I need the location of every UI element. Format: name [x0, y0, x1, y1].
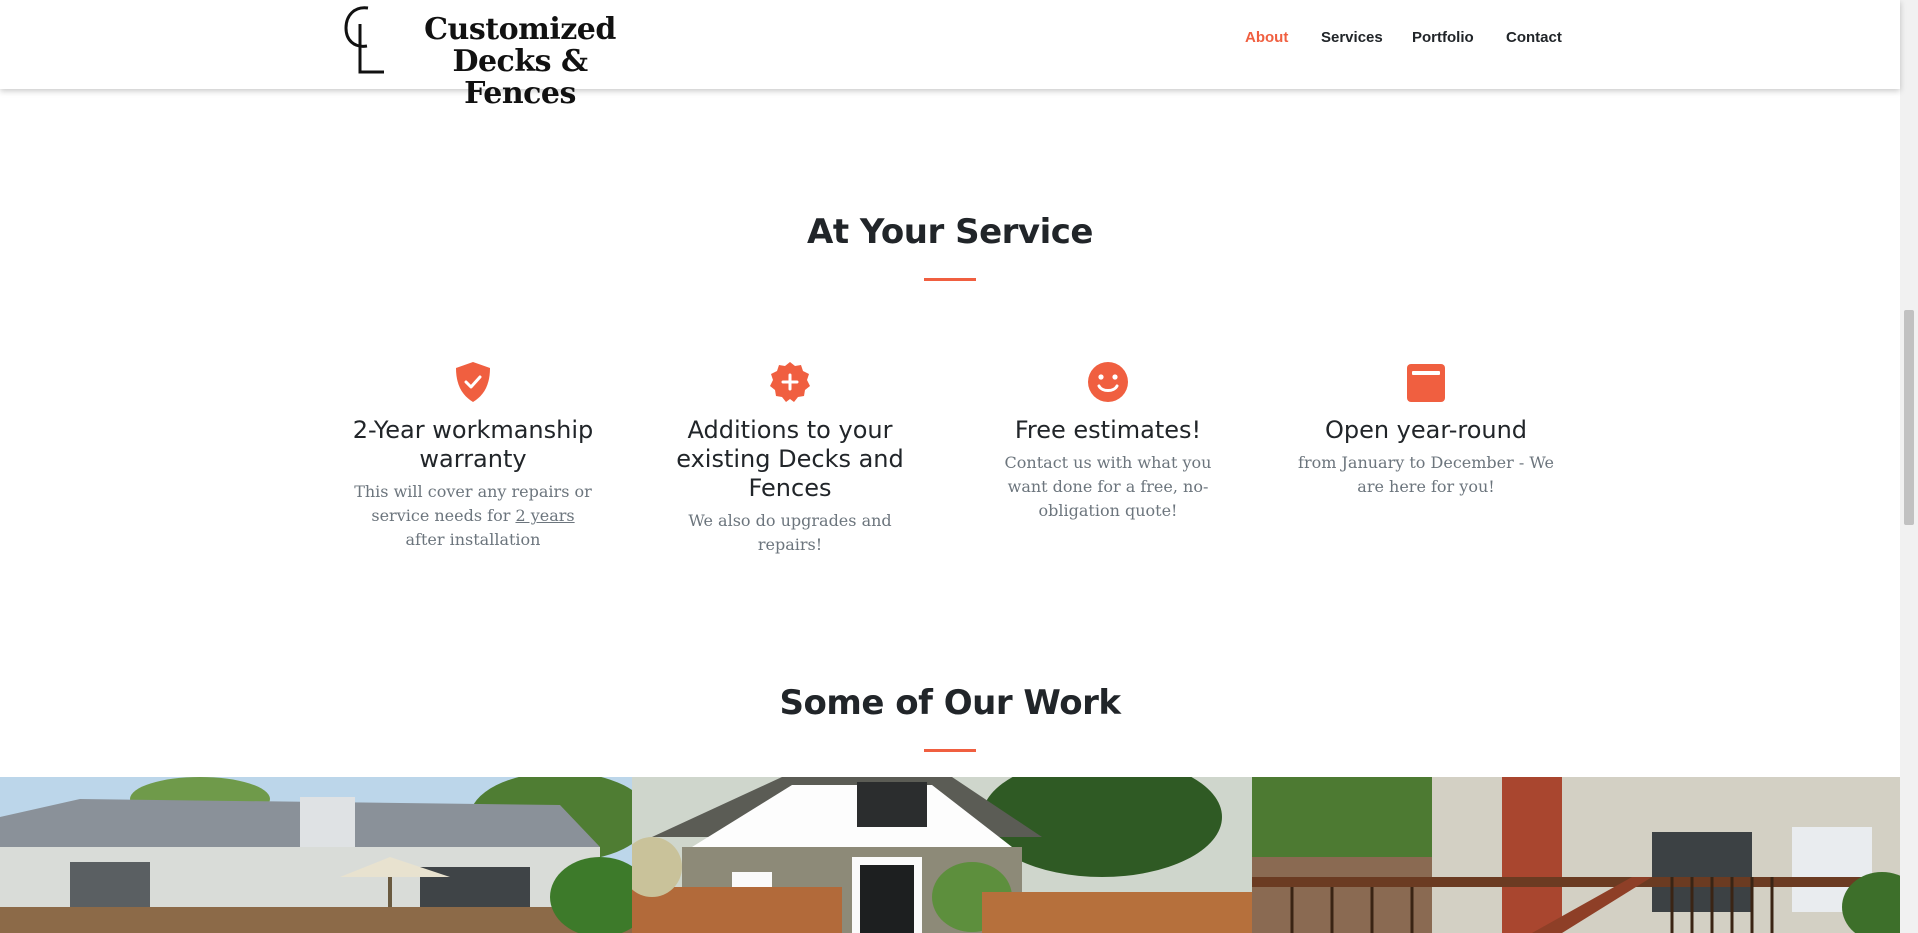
- services-divider: [924, 278, 976, 281]
- brand-name-line1: Customized: [424, 12, 616, 47]
- portfolio-title: Some of Our Work: [779, 683, 1121, 723]
- feature-text: Contact us with what you want done for a…: [1004, 453, 1212, 520]
- feature-warranty: 2-Year workmanship warranty This will co…: [343, 360, 603, 552]
- feature-title: Additions to your existing Decks and Fen…: [676, 416, 904, 502]
- feature-year-round: Open year-round from January to December…: [1296, 360, 1556, 499]
- portfolio-photo-3[interactable]: [1252, 777, 1900, 933]
- nav-link-services[interactable]: Services: [1321, 29, 1383, 46]
- brand-logo[interactable]: Customized Decks & Fences: [340, 2, 640, 110]
- portfolio-photo-2[interactable]: [632, 777, 1252, 933]
- deck-photo-1: [0, 777, 632, 933]
- feature-title: Free estimates!: [1014, 416, 1202, 444]
- portfolio-divider: [924, 749, 976, 752]
- services-title: At Your Service: [807, 212, 1093, 252]
- page-scrollbar[interactable]: [1900, 0, 1918, 933]
- badge-plus-icon: [770, 362, 810, 402]
- navbar: Customized Decks & Fences About Services…: [0, 0, 1900, 110]
- feature-text: This will cover any repairs or service n…: [351, 480, 596, 552]
- feature-title: Open year-round: [1324, 416, 1528, 444]
- cl-monogram-icon: [344, 6, 384, 74]
- shield-check-icon: [456, 362, 490, 402]
- nav-link-contact[interactable]: Contact: [1506, 29, 1562, 46]
- feature-text-underlined: 2 years: [515, 506, 575, 525]
- calendar-icon: [1407, 364, 1445, 402]
- deck-photo-2: [632, 777, 1252, 933]
- portfolio-gallery: [0, 777, 1900, 933]
- portfolio-photo-1[interactable]: [0, 777, 632, 933]
- feature-estimates: Free estimates! Contact us with what you…: [978, 360, 1238, 523]
- smile-icon: [1088, 362, 1128, 402]
- feature-text-part: after installation: [405, 530, 541, 549]
- feature-text: We also do upgrades and repairs!: [688, 511, 892, 554]
- brand-name: Customized Decks & Fences: [395, 14, 645, 110]
- feature-additions: Additions to your existing Decks and Fen…: [660, 360, 920, 557]
- scrollbar-thumb[interactable]: [1904, 310, 1914, 525]
- nav-link-about[interactable]: About: [1245, 29, 1288, 46]
- brand-name-line2: Decks & Fences: [452, 44, 588, 111]
- nav-link-portfolio[interactable]: Portfolio: [1412, 29, 1474, 46]
- feature-text: from January to December - We are here f…: [1298, 453, 1554, 496]
- feature-title: 2-Year workmanship warranty: [352, 416, 594, 473]
- deck-photo-3: [1252, 777, 1900, 933]
